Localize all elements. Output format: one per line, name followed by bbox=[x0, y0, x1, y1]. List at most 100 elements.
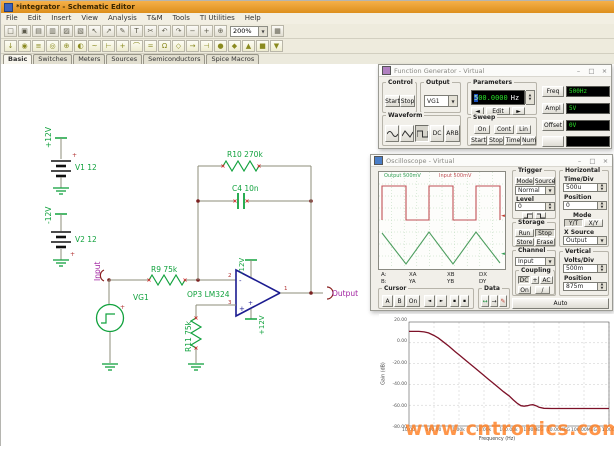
component-tab[interactable]: Switches bbox=[33, 54, 72, 64]
close-icon[interactable]: × bbox=[598, 66, 611, 76]
timediv-spinner[interactable]: 500u▲▼ bbox=[563, 183, 607, 192]
data-export-icon[interactable]: ↔ bbox=[481, 295, 489, 307]
output-trace-marker[interactable]: ◄ bbox=[501, 252, 505, 257]
h-position-spinner[interactable]: 0▲▼ bbox=[563, 201, 607, 210]
ground-icon[interactable]: ↓ bbox=[4, 40, 17, 52]
relay-icon[interactable]: Ω bbox=[158, 40, 171, 52]
text-tool-icon[interactable]: T bbox=[130, 25, 143, 37]
blank-readout-button[interactable] bbox=[542, 136, 564, 147]
print-icon[interactable]: ▥ bbox=[46, 25, 59, 37]
menu-item[interactable]: File bbox=[1, 13, 23, 24]
sweep-start-button[interactable]: Start bbox=[470, 136, 487, 145]
resistor-icon[interactable]: ~ bbox=[88, 40, 101, 52]
redo-icon[interactable]: ↷ bbox=[172, 25, 185, 37]
menu-item[interactable]: Edit bbox=[23, 13, 47, 24]
offset-readout-button[interactable]: Offset bbox=[542, 120, 564, 131]
coupling-gnd-button[interactable]: + bbox=[531, 276, 539, 284]
oscilloscope-window[interactable]: Oscilloscope - Virtual – □ × Output 500m… bbox=[370, 154, 613, 311]
open-icon[interactable]: ▣ bbox=[18, 25, 31, 37]
capacitor-c4[interactable]: C4 10n bbox=[196, 184, 313, 209]
chevron-down-icon[interactable]: ▼ bbox=[448, 96, 457, 106]
battery-v2[interactable]: -12V + V2 12 bbox=[44, 206, 97, 266]
component-tab[interactable]: Basic bbox=[3, 54, 32, 64]
oscilloscope-titlebar[interactable]: Oscilloscope - Virtual – □ × bbox=[371, 155, 612, 167]
menu-item[interactable]: Insert bbox=[46, 13, 76, 24]
component-tab[interactable]: Meters bbox=[73, 54, 105, 64]
cursor-first-button[interactable]: ▪ bbox=[450, 295, 459, 307]
storage-stop-button[interactable]: Stop bbox=[535, 229, 555, 237]
led-icon[interactable]: ■ bbox=[256, 40, 269, 52]
magnifier-icon[interactable]: ⊕ bbox=[214, 25, 227, 37]
coupling-ac-button[interactable]: AC bbox=[540, 276, 553, 284]
select-arrow-icon[interactable]: ↖ bbox=[88, 25, 101, 37]
generator-icon[interactable]: ⊕ bbox=[60, 40, 73, 52]
voltsdiv-spinner[interactable]: 500m▲▼ bbox=[563, 264, 607, 273]
chevron-down-icon[interactable]: ▼ bbox=[258, 27, 267, 36]
minimize-icon[interactable]: – bbox=[573, 156, 586, 166]
cursor-right-button[interactable]: ► bbox=[436, 295, 447, 307]
generator-vg1[interactable]: + VG1 bbox=[97, 278, 149, 370]
new-icon[interactable]: □ bbox=[4, 25, 17, 37]
storage-store-button[interactable]: Store bbox=[515, 238, 534, 246]
undo-icon[interactable]: ↶ bbox=[158, 25, 171, 37]
close-icon[interactable]: × bbox=[599, 156, 612, 166]
cursor-last-button[interactable]: ▪ bbox=[460, 295, 469, 307]
input-trace-marker[interactable]: ◄ bbox=[501, 214, 505, 219]
coupling-dc-button[interactable]: DC bbox=[518, 276, 530, 284]
ampl-readout-button[interactable]: Ampl bbox=[542, 103, 564, 114]
dc-button[interactable]: DC bbox=[430, 125, 444, 142]
sweep-stop-button[interactable]: Stop bbox=[488, 136, 504, 145]
inductor-icon[interactable]: ⌒ bbox=[130, 40, 143, 52]
battery-v1[interactable]: +12V + V1 12 bbox=[44, 126, 97, 194]
fg-start-button[interactable]: Start bbox=[385, 95, 400, 107]
menu-item[interactable]: View bbox=[76, 13, 103, 24]
output-connector[interactable]: Output bbox=[280, 287, 358, 299]
cursor-b-button[interactable]: B bbox=[394, 295, 405, 307]
sweep-lin-button[interactable]: Lin bbox=[516, 125, 531, 134]
sweep-cont-button[interactable]: Cont bbox=[494, 125, 514, 134]
paste-icon[interactable]: ▧ bbox=[74, 25, 87, 37]
frequency-spinner[interactable]: ▲▼ bbox=[526, 90, 535, 105]
channel-on-button[interactable]: On bbox=[518, 286, 531, 294]
triangle-wave-button[interactable] bbox=[400, 125, 414, 142]
xsource-select[interactable]: Output▼ bbox=[563, 236, 607, 245]
resistor-r11[interactable]: R11 75k bbox=[184, 305, 236, 370]
storage-run-button[interactable]: Run bbox=[515, 229, 534, 237]
freq-readout-button[interactable]: Freq bbox=[542, 86, 564, 97]
function-generator-titlebar[interactable]: Function Generator - Virtual – □ × bbox=[379, 65, 611, 77]
sweep-time-button[interactable]: Time bbox=[505, 136, 521, 145]
socket-icon[interactable]: ● bbox=[214, 40, 227, 52]
square-wave-button[interactable] bbox=[415, 125, 429, 142]
menu-item[interactable]: Tools bbox=[168, 13, 195, 24]
wire-pen-icon[interactable]: ✎ bbox=[116, 25, 129, 37]
zoom-out-icon[interactable]: − bbox=[186, 25, 199, 37]
menu-item[interactable]: Help bbox=[240, 13, 266, 24]
v-position-spinner[interactable]: 875m▲▼ bbox=[563, 282, 607, 291]
diode-icon[interactable]: ◇ bbox=[172, 40, 185, 52]
potentiometer-icon[interactable]: ⊢ bbox=[102, 40, 115, 52]
battery-icon[interactable]: ◉ bbox=[18, 40, 31, 52]
mode-xy-button[interactable]: X/Y bbox=[584, 219, 603, 227]
misc-icon[interactable]: ▼ bbox=[270, 40, 283, 52]
channel-ramp-button[interactable]: / bbox=[535, 286, 550, 294]
chevron-down-icon[interactable]: ▼ bbox=[545, 258, 554, 265]
auto-button[interactable]: Auto bbox=[512, 298, 609, 309]
cursor-left-button[interactable]: ◄ bbox=[424, 295, 435, 307]
mode-yt-button[interactable]: Y/T bbox=[564, 219, 583, 227]
minimize-icon[interactable]: – bbox=[572, 66, 585, 76]
fg-output-select[interactable]: VG1▼ bbox=[424, 95, 458, 107]
opamp-icon[interactable]: ⊣ bbox=[200, 40, 213, 52]
opamp-op3[interactable]: - + + OP3 LM324 2 3 1 -12V +12V bbox=[187, 258, 288, 335]
meter-icon[interactable]: ◐ bbox=[74, 40, 87, 52]
cursor-a-button[interactable]: A bbox=[382, 295, 393, 307]
input-connector[interactable]: Input bbox=[93, 262, 104, 281]
copy-icon[interactable]: ▨ bbox=[60, 25, 73, 37]
voltage-source-icon[interactable]: ≡ bbox=[32, 40, 45, 52]
capacitor-icon[interactable]: + bbox=[116, 40, 129, 52]
trigger-mode-button[interactable]: Mode bbox=[515, 177, 534, 185]
trigger-source-button[interactable]: Source bbox=[535, 177, 555, 185]
component-tab[interactable]: Spice Macros bbox=[206, 54, 259, 64]
storage-erase-button[interactable]: Erase bbox=[535, 238, 555, 246]
resistor-r10[interactable]: R10 270k bbox=[198, 150, 311, 171]
resistor-r9[interactable]: R9 75k bbox=[109, 265, 236, 285]
